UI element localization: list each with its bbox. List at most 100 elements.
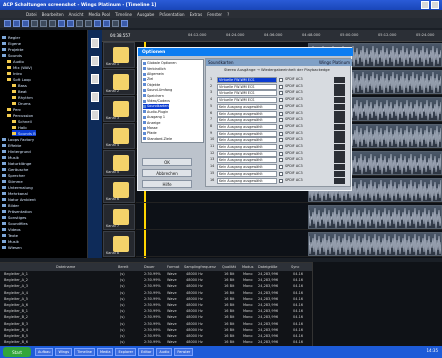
menu-media-pool[interactable]: Media Pool (88, 12, 110, 17)
timeline-lane[interactable] (136, 204, 442, 230)
menu-ausgabe[interactable]: Ausgabe (137, 12, 154, 17)
waveform-clip[interactable] (308, 232, 442, 256)
category-item[interactable]: Ziel (143, 77, 153, 82)
table-row[interactable]: Begleiter_A_4 (s) 2:30.99% Wave 48000 Hz 16 B… (0, 291, 312, 297)
category-item[interactable]: Objekte (143, 83, 160, 88)
output-select[interactable]: Virtuelle FW-WM ECS (217, 90, 277, 97)
menu-fenster[interactable]: Fenster (207, 12, 222, 17)
spdif-checkbox[interactable] (279, 145, 283, 149)
category-item[interactable]: Standard-Ziele (143, 137, 172, 142)
spdif-checkbox[interactable] (279, 178, 283, 183)
output-select[interactable]: Virtuelle FW-WM ECS (217, 83, 277, 90)
category-item[interactable]: Anzeige (143, 120, 161, 125)
spdif-checkbox[interactable] (279, 151, 283, 156)
track-header[interactable]: Kanal 1 (103, 42, 135, 68)
col-mode[interactable]: Modus (242, 265, 253, 269)
output-select[interactable]: Kein Ausgang ausgewählt (217, 117, 277, 124)
category-item[interactable]: Allgemein (143, 72, 164, 77)
menu-datei[interactable]: Datei (26, 12, 37, 17)
col-filename[interactable]: Dateiname (56, 265, 75, 269)
grid-icon[interactable] (112, 19, 119, 27)
spdif-checkbox[interactable] (279, 131, 283, 136)
spdif-checkbox[interactable] (279, 98, 283, 103)
output-select[interactable]: Kein Ausgang ausgewählt (217, 170, 277, 177)
output-select[interactable]: Kein Ausgang ausgewählt (217, 164, 277, 171)
start-button[interactable]: Start (3, 347, 31, 357)
open-icon[interactable] (13, 19, 20, 27)
output-select[interactable]: Kein Ausgang ausgewählt (217, 110, 277, 117)
output-select[interactable]: Virtuelle FW-WM ECS (217, 97, 277, 104)
spdif-checkbox[interactable] (279, 124, 283, 129)
table-row[interactable]: Begleiter_A_5 (s) 2:30.99% Wave 48000 Hz 16 B… (0, 297, 312, 303)
col-ready[interactable]: Bereit (118, 265, 128, 269)
spdif-checkbox[interactable] (279, 84, 283, 89)
play-icon[interactable] (76, 19, 83, 27)
output-select[interactable]: Kein Ausgang ausgewählt (217, 103, 277, 110)
spdif-checkbox[interactable] (279, 111, 283, 116)
taskbar-item[interactable]: Editor (138, 348, 155, 356)
stop-icon[interactable] (85, 19, 92, 27)
output-select[interactable]: Virtuelle FW-WM ECS (217, 77, 277, 83)
table-row[interactable]: Begleiter_A_1 (s) 2:30.99% Wave 48000 Hz 16 B… (0, 272, 312, 278)
taskbar-item[interactable]: Aufbau (35, 348, 54, 356)
track-header[interactable]: Kanal 2 (103, 69, 135, 95)
spdif-checkbox[interactable] (279, 138, 283, 143)
taskbar-item[interactable]: Timeline (74, 348, 95, 356)
track-header[interactable]: Kanal 6 (103, 177, 135, 203)
table-row[interactable]: Begleiter_A_3 (s) 2:30.99% Wave 48000 Hz 16 B… (0, 284, 312, 290)
output-select[interactable]: Kein Ausgang ausgewählt (217, 150, 277, 157)
cancel-button[interactable]: Abbrechen (142, 169, 192, 177)
category-item[interactable]: Masse (143, 126, 158, 131)
category-item[interactable]: Globale Optionen (143, 61, 177, 66)
record-icon[interactable] (94, 19, 101, 27)
undo-icon[interactable] (58, 19, 65, 27)
category-item[interactable]: Ausgang 1 (143, 115, 165, 120)
output-select[interactable]: Kein Ausgang ausgewählt (217, 123, 277, 130)
output-select[interactable]: Kein Ausgang ausgewählt (217, 177, 277, 184)
track-tool-2-icon[interactable] (91, 56, 99, 66)
menu-ansicht[interactable]: Ansicht (69, 12, 84, 17)
output-select[interactable]: Kein Ausgang ausgewählt (217, 144, 277, 150)
timeline-lane[interactable] (136, 231, 442, 257)
taskbar-item[interactable]: Media (96, 348, 114, 356)
table-row[interactable]: Begleiter_B_1 (s) 2:30.99% Wave 48000 Hz 16 B… (0, 309, 312, 315)
taskbar-item[interactable]: Wings (55, 348, 73, 356)
waveform-clip[interactable] (308, 205, 442, 229)
taskbar-item[interactable]: Audio (156, 348, 173, 356)
table-row[interactable]: Begleiter_B_3 (s) 2:30.99% Wave 48000 Hz 16 B… (0, 322, 312, 328)
save-icon[interactable] (22, 19, 29, 27)
redo-icon[interactable] (67, 19, 74, 27)
table-row[interactable]: Begleiter_A_2 (s) 2:30.99% Wave 48000 Hz 16 B… (0, 278, 312, 284)
track-tool-4-icon[interactable] (91, 92, 99, 102)
menu-bearbeiten[interactable]: Bearbeiten (42, 12, 64, 17)
taskbar-item[interactable]: Explorer (115, 348, 137, 356)
menu-praesentation[interactable]: Präsentation (159, 12, 184, 17)
col-quality[interactable]: Qualität (222, 265, 236, 269)
col-duration[interactable]: Dauer (144, 265, 155, 269)
spdif-checkbox[interactable] (279, 165, 283, 170)
table-row[interactable]: Begleiter_A_6 (s) 2:30.99% Wave 48000 Hz 16 B… (0, 303, 312, 309)
timeline-ruler[interactable]: 04:38.557 04:12.000 04:24.000 04:36.000 … (102, 30, 442, 42)
table-row[interactable]: Begleiter_B_2 (s) 2:30.99% Wave 48000 Hz 16 B… (0, 315, 312, 321)
output-select[interactable]: Kein Ausgang ausgewählt (217, 137, 277, 144)
category-item[interactable]: Video/Codecs (143, 99, 170, 104)
track-header[interactable]: Kanal 7 (103, 204, 135, 230)
menu-extras[interactable]: Extras (190, 12, 203, 17)
track-header[interactable]: Kanal 4 (103, 123, 135, 149)
ok-button[interactable]: OK (142, 158, 192, 166)
close-button[interactable] (431, 1, 439, 9)
category-item[interactable]: Soundkarten (143, 104, 169, 109)
paste-icon[interactable] (49, 19, 56, 27)
spdif-checkbox[interactable] (279, 91, 283, 96)
track-tool-5-icon[interactable] (91, 110, 99, 120)
spdif-checkbox[interactable] (279, 118, 283, 123)
new-icon[interactable] (4, 19, 11, 27)
track-tool-1-icon[interactable] (91, 38, 99, 48)
track-header[interactable]: Kanal 3 (103, 96, 135, 122)
help-button[interactable]: Hilfe (142, 180, 192, 188)
table-row[interactable]: Begleiter_B_4 (s) 2:30.99% Wave 48000 Hz 16 B… (0, 328, 312, 334)
category-item[interactable]: Sound-Umfang (143, 88, 172, 93)
track-tool-3-icon[interactable] (91, 74, 99, 84)
copy-icon[interactable] (40, 19, 47, 27)
output-select[interactable]: Kein Ausgang ausgewählt (217, 157, 277, 164)
